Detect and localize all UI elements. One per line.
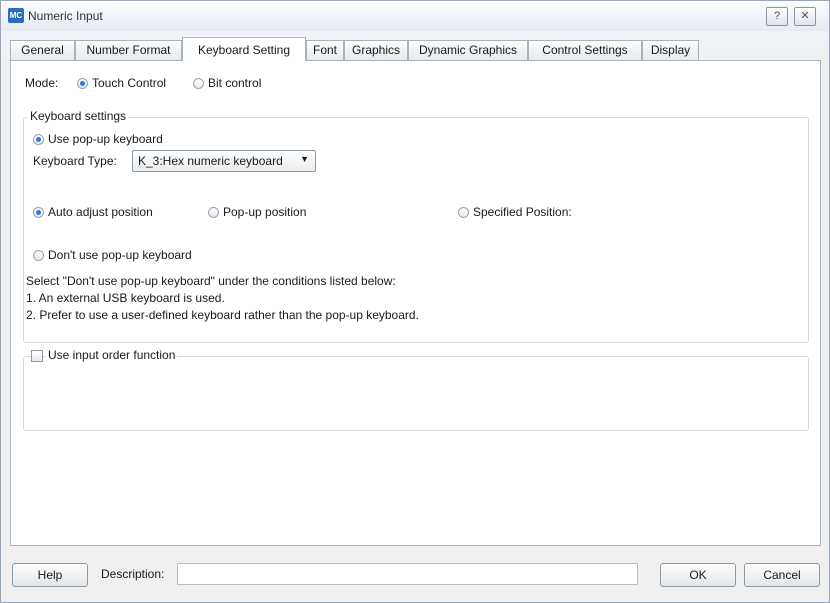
use-popup-keyboard-label[interactable]: Use pop-up keyboard: [48, 132, 163, 146]
specified-position-label[interactable]: Specified Position:: [473, 205, 572, 219]
tab-general[interactable]: General: [10, 40, 75, 60]
help-button[interactable]: Help: [12, 563, 88, 587]
touch-control-radio[interactable]: [77, 78, 88, 89]
tab-display[interactable]: Display: [642, 40, 699, 60]
dropdown-arrow-icon: ▼: [300, 154, 309, 164]
keyboard-settings-legend: Keyboard settings: [28, 109, 129, 123]
tab-control-settings[interactable]: Control Settings: [528, 40, 642, 60]
dont-use-popup-keyboard-label[interactable]: Don't use pop-up keyboard: [48, 248, 192, 262]
tab-graphics[interactable]: Graphics: [344, 40, 408, 60]
keyboard-type-select[interactable]: K_3:Hex numeric keyboard ▼: [132, 150, 316, 172]
auto-adjust-position-label[interactable]: Auto adjust position: [48, 205, 153, 219]
info-line-3: 2. Prefer to use a user-defined keyboard…: [26, 308, 419, 322]
popup-position-radio[interactable]: [208, 207, 219, 218]
title-bar: MC Numeric Input ? ✕: [1, 1, 829, 31]
info-line-2: 1. An external USB keyboard is used.: [26, 291, 225, 305]
cancel-button[interactable]: Cancel: [744, 563, 820, 587]
description-label: Description:: [101, 567, 165, 581]
tab-font[interactable]: Font: [306, 40, 344, 60]
input-order-group: [23, 356, 809, 431]
keyboard-type-label: Keyboard Type:: [33, 154, 117, 168]
use-popup-keyboard-radio[interactable]: [33, 134, 44, 145]
popup-position-label[interactable]: Pop-up position: [223, 205, 306, 219]
auto-adjust-position-radio[interactable]: [33, 207, 44, 218]
input-order-label[interactable]: Use input order function: [46, 348, 178, 362]
tab-dynamic-graphics[interactable]: Dynamic Graphics: [408, 40, 528, 60]
help-title-button[interactable]: ?: [766, 7, 788, 26]
ok-button[interactable]: OK: [660, 563, 736, 587]
tab-number-format[interactable]: Number Format: [75, 40, 182, 60]
bit-control-radio[interactable]: [193, 78, 204, 89]
touch-control-label[interactable]: Touch Control: [92, 76, 166, 90]
close-window-button[interactable]: ✕: [794, 7, 816, 26]
dont-use-popup-keyboard-radio[interactable]: [33, 250, 44, 261]
specified-position-radio[interactable]: [458, 207, 469, 218]
keyboard-type-value: K_3:Hex numeric keyboard: [138, 154, 283, 168]
window-title: Numeric Input: [28, 9, 103, 23]
input-order-checkbox[interactable]: [31, 350, 43, 362]
numeric-input-dialog: MC Numeric Input ? ✕ General Number Form…: [0, 0, 830, 603]
app-logo-icon: MC: [8, 8, 24, 23]
mode-label: Mode:: [25, 76, 59, 90]
tab-keyboard-setting[interactable]: Keyboard Setting: [182, 37, 306, 61]
description-input[interactable]: [177, 563, 638, 585]
info-line-1: Select "Don't use pop-up keyboard" under…: [26, 274, 396, 288]
bit-control-label[interactable]: Bit control: [208, 76, 261, 90]
